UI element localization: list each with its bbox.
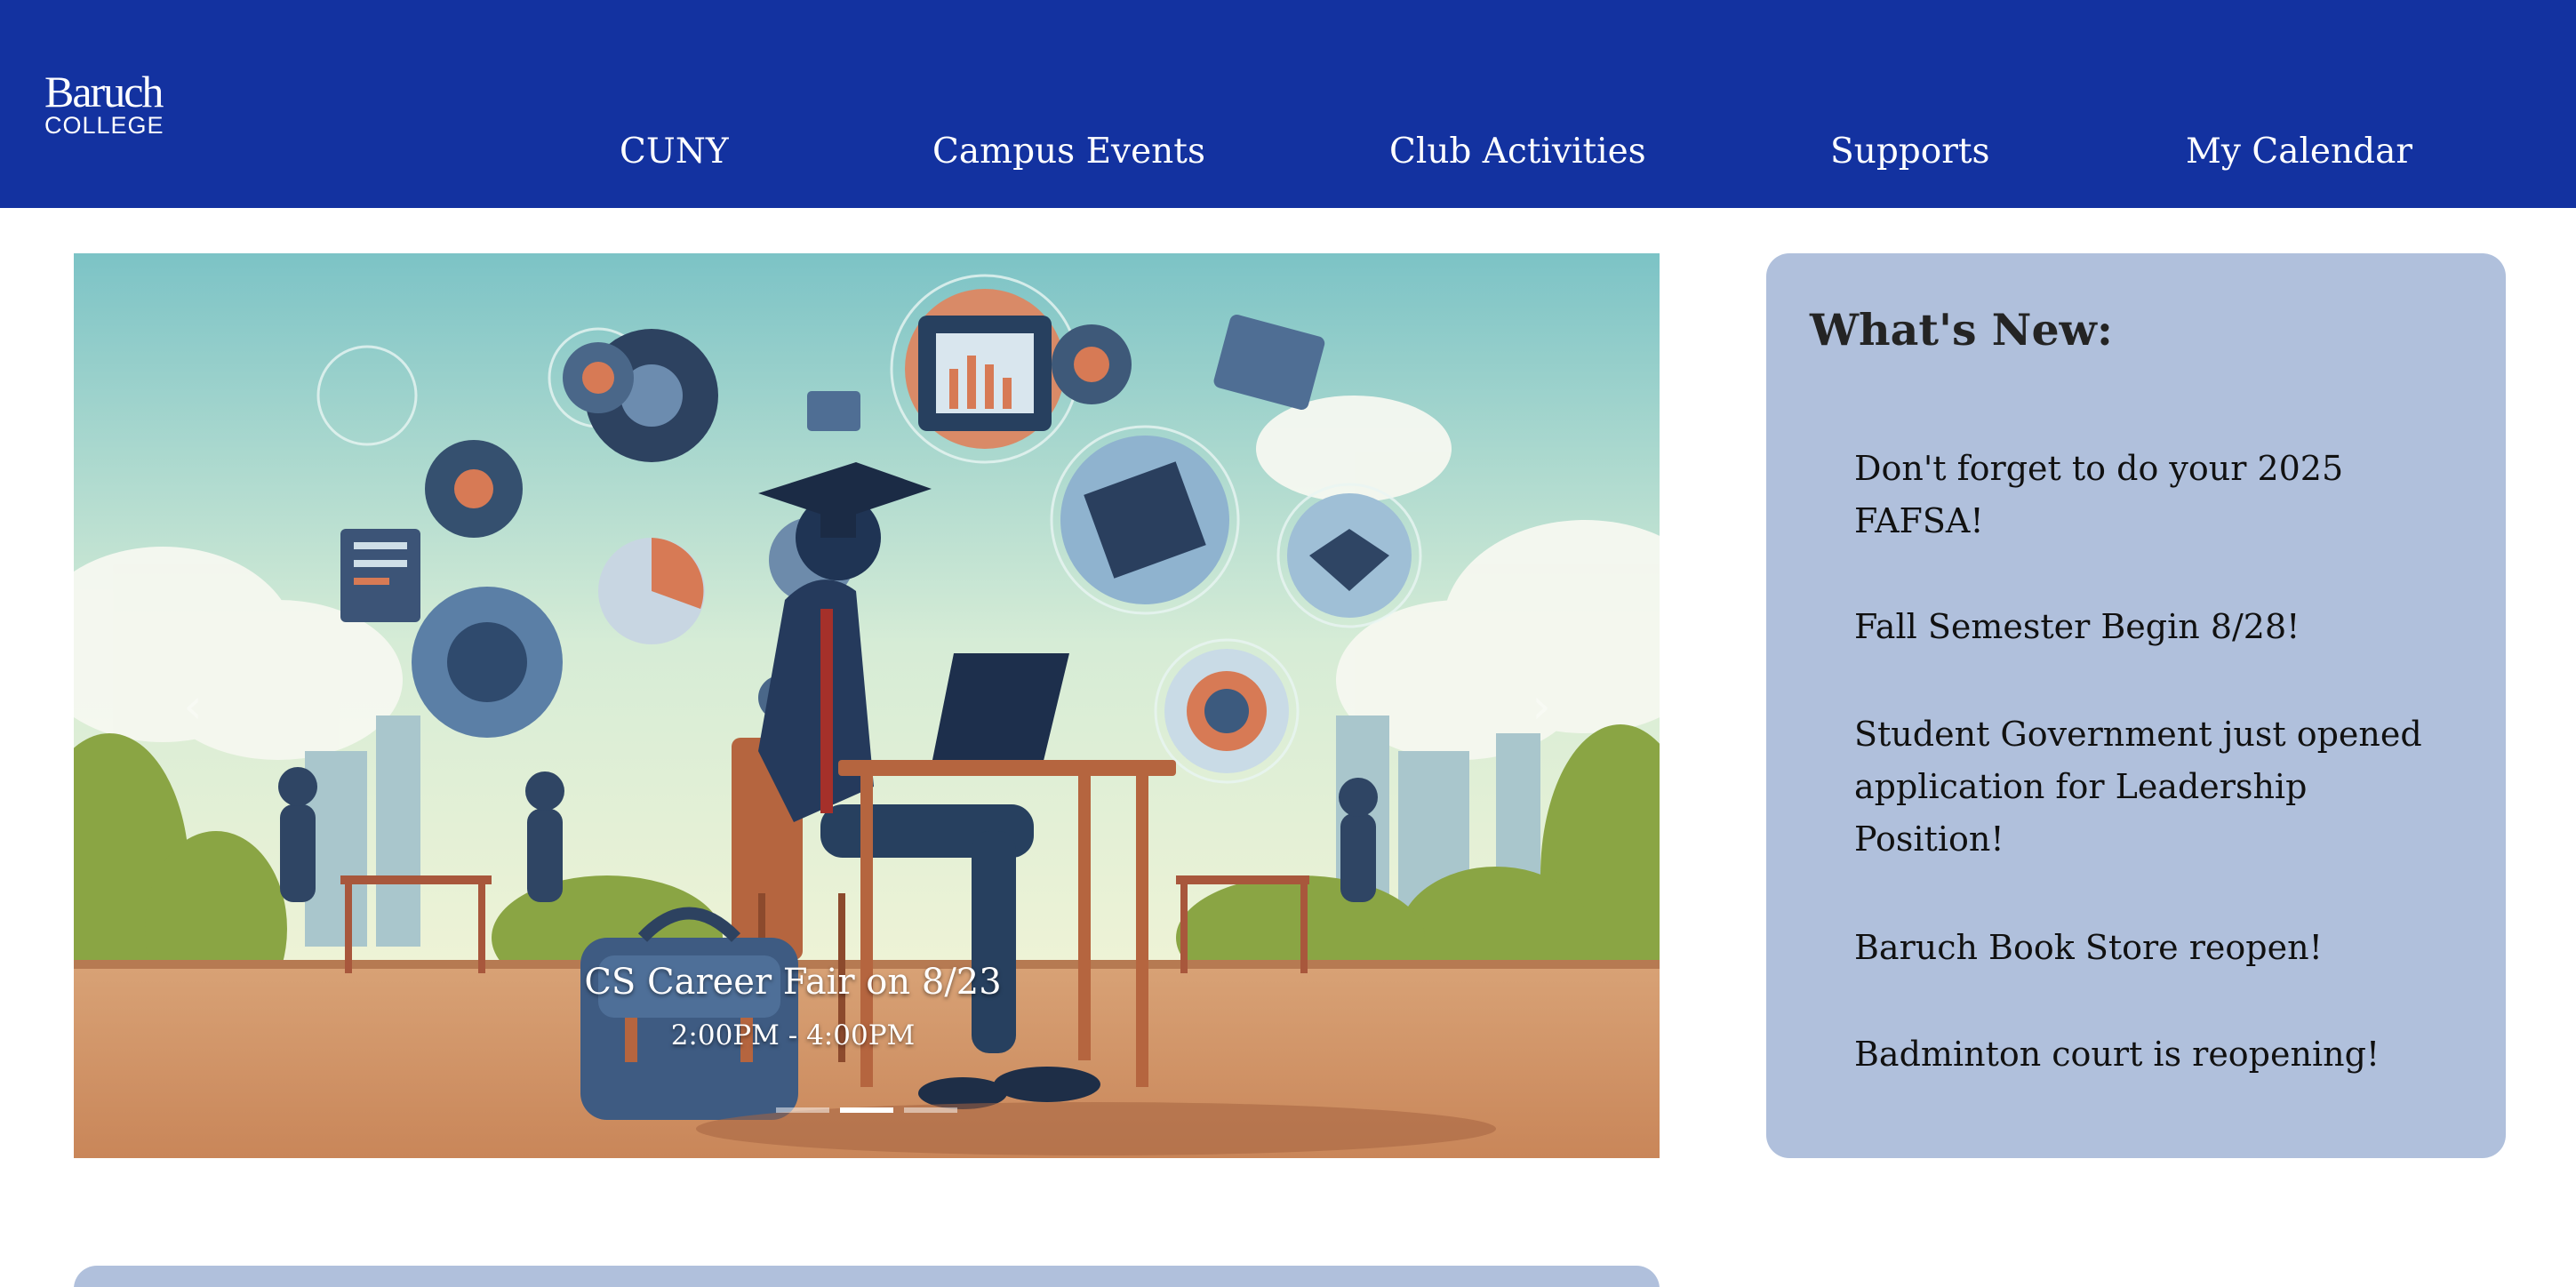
nav-link-cuny[interactable]: CUNY	[620, 130, 729, 174]
news-item: Baruch Book Store reopen!	[1854, 928, 2323, 967]
news-item: Badminton court is reopening!	[1854, 1035, 2380, 1074]
lower-content-panel	[74, 1266, 1660, 1287]
whats-new-panel	[1766, 253, 2506, 1158]
carousel-indicator-2[interactable]	[840, 1107, 893, 1113]
nav-link-my-calendar[interactable]: My Calendar	[2186, 130, 2412, 174]
nav-link-supports[interactable]: Supports	[1830, 130, 1990, 174]
nav-link-campus-events[interactable]: Campus Events	[932, 130, 1205, 174]
nav-link-club-activities[interactable]: Club Activities	[1389, 130, 1646, 174]
logo-line-1: Baruch	[44, 67, 164, 116]
top-navigation-bar	[0, 0, 2576, 208]
carousel-indicator-1[interactable]	[776, 1107, 829, 1113]
chevron-right-icon[interactable]: ›	[1515, 675, 1568, 738]
carousel-indicator-3[interactable]	[904, 1107, 957, 1113]
carousel-caption-title: CS Career Fair on 8/23	[584, 962, 1002, 1003]
whats-new-heading: What's New:	[1810, 304, 2113, 356]
news-item: Fall Semester Begin 8/28!	[1854, 607, 2300, 646]
news-item: Student Government just opened applicati…	[1854, 715, 2422, 859]
news-item: Don't forget to do your 2025 FAFSA!	[1854, 449, 2344, 540]
baruch-college-logo[interactable]: Baruch COLLEGE	[44, 67, 169, 139]
chevron-left-icon[interactable]: ‹	[166, 675, 220, 738]
logo-line-2: COLLEGE	[44, 112, 164, 139]
carousel-caption-time: 2:00PM - 4:00PM	[670, 1019, 916, 1051]
